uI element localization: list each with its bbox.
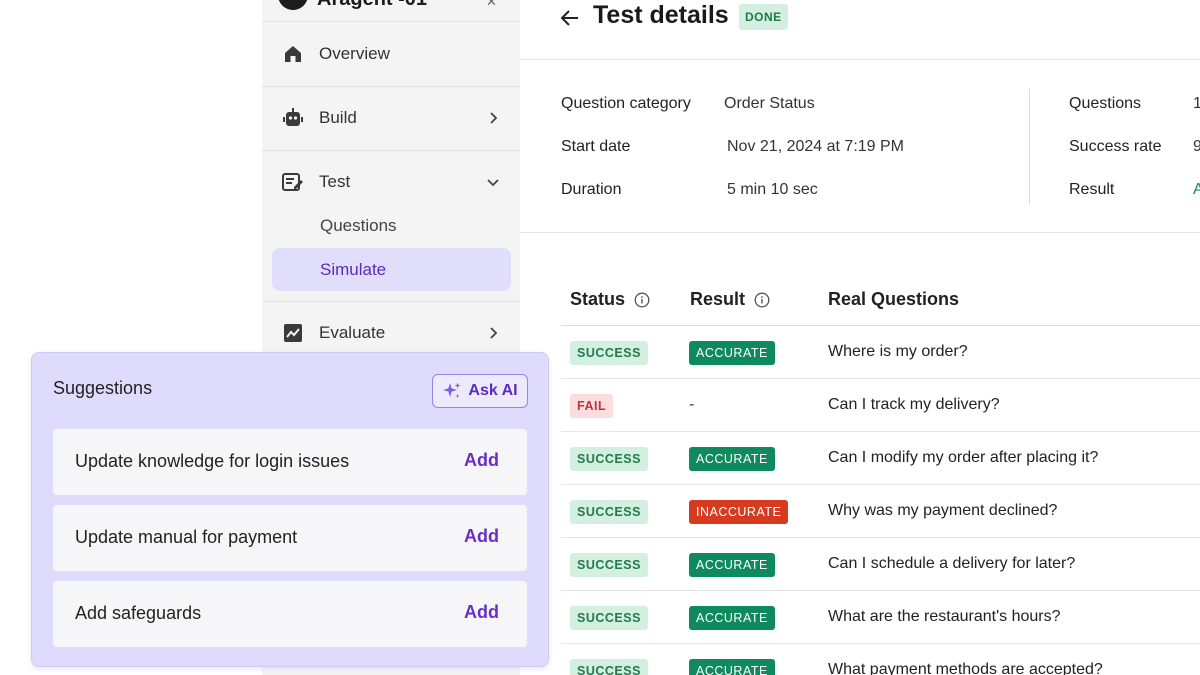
table-row[interactable]: SUCCESS ACCURATE What are the restaurant… bbox=[561, 591, 1200, 644]
test-edit-icon bbox=[282, 171, 304, 193]
info-label: Success rate bbox=[1069, 138, 1162, 155]
add-suggestion-button[interactable]: Add bbox=[464, 602, 499, 623]
question-text: Can I schedule a delivery for later? bbox=[828, 555, 1076, 572]
question-text: What are the restaurant's hours? bbox=[828, 608, 1061, 625]
status-badge: SUCCESS bbox=[570, 659, 648, 675]
info-value: 9 bbox=[1193, 138, 1200, 155]
result-badge: ACCURATE bbox=[689, 606, 775, 630]
info-label: Result bbox=[1069, 181, 1115, 198]
info-icon[interactable] bbox=[754, 292, 770, 308]
result-badge: ACCURATE bbox=[689, 447, 775, 471]
collapse-icon[interactable]: ✕ bbox=[486, 0, 497, 10]
suggestion-item: Add safeguards Add bbox=[53, 581, 527, 647]
test-summary: Question category Order Status Start dat… bbox=[520, 61, 1200, 233]
suggestions-panel: Suggestions Ask AI Update knowledge for … bbox=[31, 352, 549, 667]
column-header-status[interactable]: Status bbox=[570, 289, 650, 310]
app-name: Aragent -01 bbox=[317, 0, 427, 11]
status-badge: SUCCESS bbox=[570, 606, 648, 630]
info-label: Start date bbox=[561, 138, 631, 155]
question-text: Can I track my delivery? bbox=[828, 396, 1000, 413]
suggestion-text: Update knowledge for login issues bbox=[75, 451, 350, 471]
suggestion-item: Update manual for payment Add bbox=[53, 505, 527, 571]
sidebar-item-label: Build bbox=[319, 108, 357, 127]
info-label: Questions bbox=[1069, 95, 1142, 112]
sparkle-icon bbox=[443, 382, 461, 398]
page-header: Test details DONE bbox=[520, 0, 1200, 60]
result-badge: ACCURATE bbox=[689, 553, 775, 577]
suggestion-text: Update manual for payment bbox=[75, 527, 298, 547]
sidebar-item-label: Evaluate bbox=[319, 323, 386, 342]
app-logo bbox=[278, 0, 308, 10]
info-label: Question category bbox=[561, 95, 691, 112]
result-badge: ACCURATE bbox=[689, 659, 775, 675]
info-value: 5 min 10 sec bbox=[727, 181, 818, 198]
sidebar-subitem-label: Simulate bbox=[320, 260, 387, 279]
sidebar-item-label: Overview bbox=[319, 44, 390, 63]
status-badge: SUCCESS bbox=[570, 447, 648, 471]
chevron-right-icon bbox=[490, 327, 498, 339]
status-badge: SUCCESS bbox=[570, 500, 648, 524]
question-text: What payment methods are accepted? bbox=[828, 661, 1103, 675]
divider bbox=[1029, 89, 1030, 205]
suggestion-item: Update knowledge for login issues Add bbox=[53, 429, 527, 495]
table-row[interactable]: SUCCESS ACCURATE Where is my order? bbox=[561, 326, 1200, 379]
column-header-label: Result bbox=[690, 289, 746, 309]
chart-icon bbox=[282, 322, 304, 344]
main-panel: Test details DONE Question category Orde… bbox=[520, 0, 1200, 675]
status-badge: SUCCESS bbox=[570, 553, 648, 577]
column-header-result[interactable]: Result bbox=[690, 289, 770, 310]
status-badge: DONE bbox=[739, 4, 788, 30]
result-badge: INACCURATE bbox=[689, 500, 789, 524]
table-row[interactable]: SUCCESS INACCURATE Why was my payment de… bbox=[561, 485, 1200, 538]
info-value: Nov 21, 2024 at 7:19 PM bbox=[727, 138, 904, 155]
table-row[interactable]: FAIL - Can I track my delivery? bbox=[561, 379, 1200, 432]
table-row[interactable]: SUCCESS ACCURATE What payment methods ar… bbox=[561, 644, 1200, 675]
page-title: Test details bbox=[593, 1, 729, 29]
sidebar-header: Aragent -01 ✕ bbox=[262, 0, 520, 22]
status-badge: SUCCESS bbox=[570, 341, 648, 365]
sidebar-item-test[interactable]: Test bbox=[262, 151, 520, 213]
info-label: Duration bbox=[561, 181, 622, 198]
result-badge: ACCURATE bbox=[689, 341, 775, 365]
suggestion-text: Add safeguards bbox=[75, 603, 202, 623]
result-empty: - bbox=[689, 396, 695, 413]
suggestions-title: Suggestions bbox=[53, 378, 153, 398]
info-value: A bbox=[1193, 181, 1200, 198]
question-text: Where is my order? bbox=[828, 343, 968, 360]
ask-ai-button[interactable]: Ask AI bbox=[432, 374, 528, 408]
home-icon bbox=[282, 43, 304, 65]
sidebar-subitem-simulate[interactable]: Simulate bbox=[272, 248, 511, 291]
sidebar-item-build[interactable]: Build bbox=[262, 87, 520, 149]
question-text: Why was my payment declined? bbox=[828, 502, 1058, 519]
info-icon[interactable] bbox=[634, 292, 650, 308]
table-row[interactable]: SUCCESS ACCURATE Can I schedule a delive… bbox=[561, 538, 1200, 591]
chevron-down-icon bbox=[487, 179, 499, 187]
column-header-label: Status bbox=[570, 289, 626, 309]
column-header-questions[interactable]: Real Questions bbox=[828, 289, 959, 310]
column-header-label: Real Questions bbox=[828, 289, 960, 309]
ask-ai-label: Ask AI bbox=[468, 382, 518, 399]
add-suggestion-button[interactable]: Add bbox=[464, 450, 499, 471]
question-text: Can I modify my order after placing it? bbox=[828, 449, 1099, 466]
add-suggestion-button[interactable]: Add bbox=[464, 526, 499, 547]
info-value: Order Status bbox=[724, 95, 815, 112]
chevron-right-icon bbox=[490, 112, 498, 124]
info-value: 1 bbox=[1193, 95, 1200, 112]
robot-icon bbox=[282, 107, 304, 129]
sidebar-item-label: Test bbox=[319, 172, 351, 191]
status-badge: FAIL bbox=[570, 394, 614, 418]
sidebar-subitem-questions[interactable]: Questions bbox=[320, 216, 397, 236]
back-arrow-icon[interactable] bbox=[558, 6, 582, 30]
sidebar-item-overview[interactable]: Overview bbox=[262, 23, 520, 85]
table-row[interactable]: SUCCESS ACCURATE Can I modify my order a… bbox=[561, 432, 1200, 485]
